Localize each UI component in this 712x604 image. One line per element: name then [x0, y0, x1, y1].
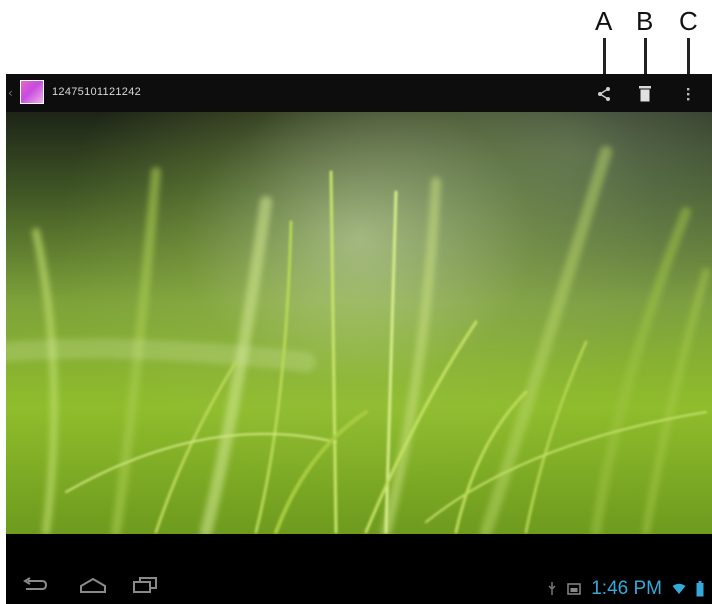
callout-labels: A B C	[0, 6, 712, 92]
home-icon	[80, 577, 106, 593]
clock: 1:46 PM	[591, 578, 662, 599]
action-bar: ‹ 12475101121242	[6, 74, 712, 112]
system-bar: 1:46 PM	[6, 534, 712, 604]
gallery-thumbnail[interactable]	[20, 80, 44, 104]
share-button[interactable]	[592, 82, 616, 106]
green-grass-image[interactable]	[6, 112, 712, 534]
delete-icon	[639, 86, 651, 102]
up-caret-icon[interactable]: ‹	[8, 86, 13, 100]
home-button[interactable]	[76, 574, 110, 596]
overflow-menu-icon	[687, 88, 690, 101]
callout-b: B	[636, 6, 654, 36]
status-area[interactable]: 1:46 PM	[547, 578, 704, 600]
image-title: 12475101121242	[52, 86, 142, 98]
usb-icon	[548, 582, 556, 595]
share-icon	[598, 87, 610, 101]
callout-a: A	[595, 6, 613, 36]
recent-apps-button[interactable]	[130, 574, 160, 596]
recent-apps-icon	[133, 577, 157, 593]
battery-icon	[696, 581, 704, 597]
tablet-screen: ‹ 12475101121242 1:46 PM	[6, 74, 712, 604]
back-button[interactable]	[20, 574, 50, 596]
overflow-menu-button[interactable]	[676, 82, 700, 106]
callout-c: C	[679, 6, 698, 36]
back-icon	[23, 577, 48, 590]
wifi-icon	[672, 583, 686, 594]
delete-button[interactable]	[633, 82, 657, 106]
grass-blades	[6, 146, 710, 534]
screenshot-icon	[567, 583, 581, 595]
